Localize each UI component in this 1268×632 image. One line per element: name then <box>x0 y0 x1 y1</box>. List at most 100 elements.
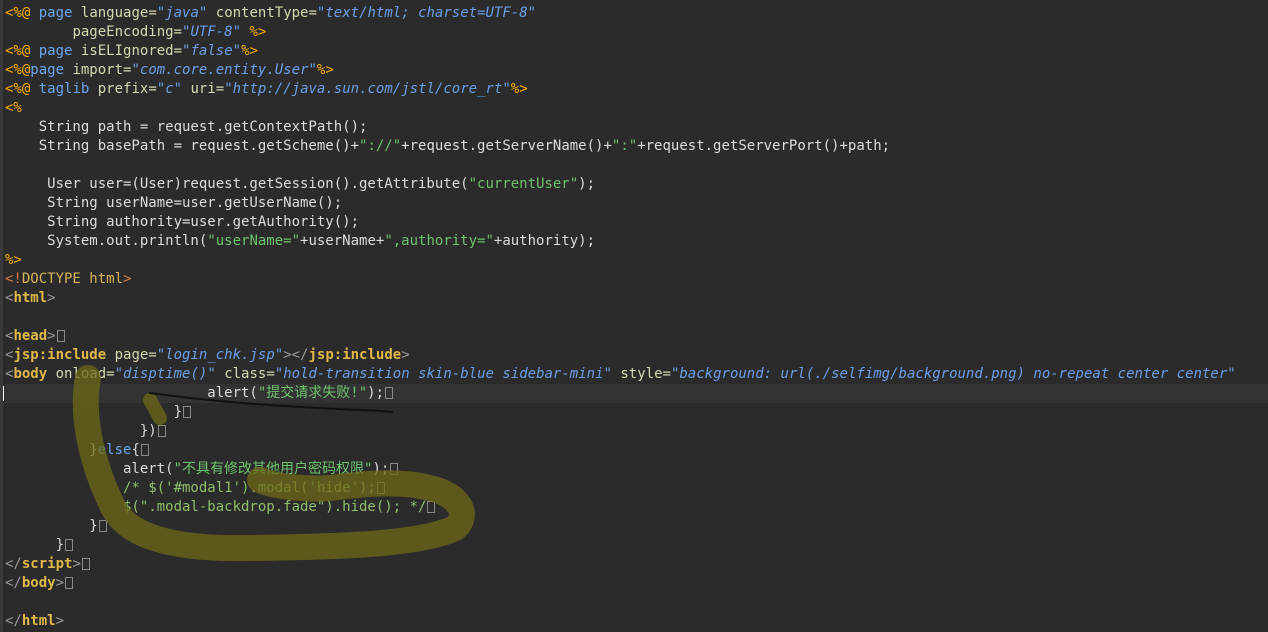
code-token: style= <box>620 366 671 382</box>
code-area[interactable]: <%@ page language="java" contentType="te… <box>3 4 1268 631</box>
code-token: "c" <box>156 81 183 97</box>
code-token: uri= <box>190 81 225 97</box>
line-end-marker <box>376 482 385 494</box>
code-token: script <box>21 556 73 572</box>
code-token: } <box>5 442 98 458</box>
code-line[interactable]: pageEncoding="UTF-8" %> <box>5 23 1268 42</box>
code-token: "不具有修改其他用户密码权限" <box>173 461 373 477</box>
code-line[interactable]: <!DOCTYPE html> <box>5 270 1268 289</box>
code-token: "login_chk.jsp" <box>156 347 284 363</box>
code-line[interactable]: } <box>5 536 1268 555</box>
code-line[interactable] <box>5 593 1268 612</box>
code-token: "background: url(./selfimg/background.pn… <box>670 366 1236 382</box>
code-token: import= <box>72 62 132 78</box>
code-line[interactable]: <html> <box>5 289 1268 308</box>
code-line[interactable]: User user=(User)request.getSession().get… <box>5 175 1268 194</box>
code-line[interactable]: <%@ page isELIgnored="false"%> <box>5 42 1268 61</box>
code-token: "UTF-8" <box>182 24 242 40</box>
code-token: "text/html; charset=UTF-8" <box>316 5 537 21</box>
code-token: > <box>47 290 56 306</box>
line-end-marker <box>98 520 107 532</box>
code-token: </ <box>5 613 22 629</box>
line-end-marker <box>183 406 192 418</box>
code-line[interactable]: }else{ <box>5 441 1268 460</box>
code-token: ); <box>578 176 596 192</box>
code-line[interactable]: <body onload="disptime()" class="hold-tr… <box>5 365 1268 384</box>
code-line[interactable]: $(".modal-backdrop.fade").hide(); */ <box>5 498 1268 517</box>
code-token: } <box>5 404 183 420</box>
code-line[interactable]: String path = request.getContextPath(); <box>5 118 1268 137</box>
code-token: > <box>47 328 56 344</box>
code-token: String basePath = request.getScheme()+ <box>5 138 360 154</box>
line-end-marker <box>65 577 74 589</box>
code-token: page <box>38 5 73 21</box>
line-end-marker <box>385 387 394 399</box>
code-token: "http://java.sun.com/jstl/core_rt" <box>224 81 511 97</box>
code-token: <% <box>5 100 22 116</box>
code-token: jsp:include <box>308 347 402 363</box>
code-token: alert( <box>5 461 174 477</box>
code-line[interactable]: } <box>5 517 1268 536</box>
code-token: contentType= <box>215 5 317 21</box>
code-line[interactable]: String userName=user.getUserName(); <box>5 194 1268 213</box>
code-line[interactable]: System.out.println("userName="+userName+… <box>5 232 1268 251</box>
code-token: +userName+ <box>300 233 385 249</box>
code-token: +authority); <box>493 233 596 249</box>
code-token: body <box>13 366 48 382</box>
code-token: { <box>131 442 140 458</box>
code-line[interactable]: }) <box>5 422 1268 441</box>
code-line[interactable]: } <box>5 403 1268 422</box>
code-token: ></ <box>283 347 309 363</box>
editor-gutter <box>0 0 3 632</box>
code-token: page= <box>114 347 157 363</box>
code-token: alert( <box>5 385 258 401</box>
code-token: "userName=" <box>207 233 301 249</box>
code-token: +request.getServerPort()+path; <box>637 138 891 154</box>
code-line[interactable] <box>5 308 1268 327</box>
code-token: %> <box>316 62 334 78</box>
line-end-marker <box>427 501 436 513</box>
code-line[interactable]: <% <box>5 99 1268 118</box>
code-line[interactable]: <jsp:include page="login_chk.jsp"></jsp:… <box>5 346 1268 365</box>
code-token: } <box>5 537 65 553</box>
code-line[interactable]: alert("提交请求失败!"); <box>3 384 1268 403</box>
code-line[interactable]: </body> <box>5 574 1268 593</box>
code-line[interactable]: <%@page import="com.core.entity.User"%> <box>5 61 1268 80</box>
code-token: <%@ <box>5 5 31 21</box>
code-token: "://" <box>359 138 402 154</box>
code-token: "false" <box>182 43 242 59</box>
code-line[interactable]: <%@ page language="java" contentType="te… <box>5 4 1268 23</box>
code-token: <! <box>5 271 22 287</box>
code-token: else <box>97 442 132 458</box>
code-token: <%@ <box>5 62 31 78</box>
code-line[interactable]: <%@ taglib prefix="c" uri="http://java.s… <box>5 80 1268 99</box>
line-end-marker <box>81 558 90 570</box>
code-line[interactable]: String authority=user.getAuthority(); <box>5 213 1268 232</box>
code-token: ":" <box>611 138 638 154</box>
code-line[interactable]: /* $('#modal1').modal('hide'); <box>5 479 1268 498</box>
code-token: ",authority=" <box>384 233 494 249</box>
code-line[interactable] <box>5 156 1268 175</box>
code-token: > <box>55 575 65 591</box>
code-token: "提交请求失败!" <box>257 385 368 401</box>
code-token: prefix= <box>97 81 157 97</box>
code-line[interactable]: </script> <box>5 555 1268 574</box>
code-token: <%@ <box>5 81 31 97</box>
code-token: body <box>21 575 56 591</box>
code-line[interactable]: </html> <box>5 612 1268 631</box>
code-editor[interactable]: <%@ page language="java" contentType="te… <box>0 0 1268 632</box>
code-line[interactable]: <head> <box>5 327 1268 346</box>
code-line[interactable]: alert("不具有修改其他用户密码权限"); <box>5 460 1268 479</box>
code-token: "disptime()" <box>114 366 216 382</box>
code-line[interactable]: %> <box>5 251 1268 270</box>
code-line[interactable]: String basePath = request.getScheme()+":… <box>5 137 1268 156</box>
